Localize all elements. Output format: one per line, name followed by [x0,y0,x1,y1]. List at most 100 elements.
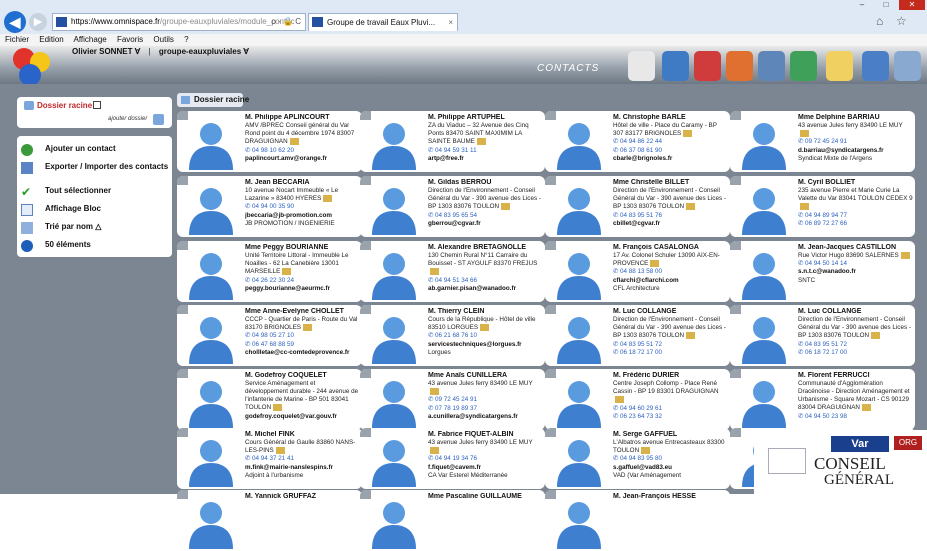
contact-phone[interactable]: ✆ 04 94 51 34 66 [428,277,543,285]
contact-email[interactable]: artp@free.fr [428,155,543,163]
contact-card[interactable]: M. Luc COLLANGE Direction de l'Environnem… [545,305,730,366]
folder-icon[interactable] [662,51,689,81]
contact-phone[interactable]: ✆ 04 83 95 51 72 [613,341,728,349]
contact-card[interactable]: M. Jean BECCARIA 10 avenue Nocart Immeubl… [177,176,362,237]
contact-card[interactable]: M. Gildas BERROU Direction de l'Environne… [360,176,545,237]
key-icon[interactable] [726,51,753,81]
agenda-icon[interactable] [694,51,721,81]
menu-affichage[interactable]: Affichage [74,35,107,44]
add-contact-action[interactable]: Ajouter un contact [17,141,172,159]
contact-phone[interactable]: ✆ 04 83 95 51 72 [798,341,913,349]
contact-phone[interactable]: ✆ 06 23 64 73 32 [613,413,728,421]
user-name[interactable]: Olivier SONNET [72,47,132,56]
contact-name[interactable]: M. Jean-Jacques CASTILLON [798,244,913,252]
contact-name[interactable]: Mme Delphine BARRIAU [798,114,913,122]
contact-card[interactable]: M. Godefroy COQUELET Service Aménagement … [177,369,362,430]
root-folder-tab[interactable]: Dossier racine [177,93,249,107]
user-caret-icon[interactable]: ∀ [135,47,140,56]
mail-icon[interactable] [894,51,921,81]
contact-phone[interactable]: ✆ 04 98 10 62 20 [245,147,360,155]
select-all-action[interactable]: ✔ Tout sélectionner [17,183,172,201]
contact-phone[interactable]: ✆ 04 94 19 34 76 [428,455,543,463]
contact-name[interactable]: M. Frédéric DURIER [613,372,728,380]
contact-phone[interactable]: ✆ 06 18 72 17 00 [798,349,913,357]
contact-phone[interactable]: ✆ 09 72 45 24 91 [428,396,543,404]
window-close-button[interactable]: ✕ [899,0,925,10]
contact-email[interactable]: m.fink@mairie-nanslespins.fr [245,464,360,472]
contact-email[interactable]: f.fiquet@cavem.fr [428,464,543,472]
contact-card[interactable]: M. Michel FINK Cours Général de Gaulle 83… [177,428,362,489]
contact-email[interactable]: cflarchi@cflarchi.com [613,277,728,285]
add-folder-icon[interactable] [153,114,164,125]
contact-card[interactable]: Mme Anaïs CUNILLERA 43 avenue Jules ferry… [360,369,545,430]
back-button[interactable]: ◀ [4,11,26,33]
root-folder-link[interactable]: Dossier racine [37,101,92,110]
contact-phone[interactable]: ✆ 06 37 08 61 90 [613,147,728,155]
menu-outils[interactable]: Outils [153,35,173,44]
export-import-action[interactable]: Exporter / Importer des contacts [17,159,172,177]
contact-card[interactable]: M. François CASALONGA 17 Av. Colonel Schu… [545,241,730,302]
maximize-button[interactable]: □ [876,0,896,10]
contact-card[interactable]: Mme Delphine BARRIAU 43 avenue Jules ferr… [730,111,915,172]
contact-name[interactable]: M. Godefroy COQUELET [245,372,360,380]
contact-phone[interactable]: ✆ 04 94 00 35 90 [245,203,360,211]
contact-email[interactable]: s.n.t.c@wanadoo.fr [798,268,913,276]
contact-name[interactable]: M. François CASALONGA [613,244,728,252]
contact-name[interactable]: Mme Anaïs CUNILLERA [428,372,543,380]
contact-name[interactable]: M. Yannick GRUFFAZ [245,493,360,501]
home-icon[interactable]: ⌂ [876,14,883,28]
contact-card[interactable]: M. Jean-François HESSE [545,490,730,551]
contact-card[interactable]: Mme Christelle BILLET Direction de l'Envi… [545,176,730,237]
contact-email[interactable]: d.barriau@syndicatargens.fr [798,147,913,155]
contact-phone[interactable]: ✆ 04 83 95 51 76 [613,212,728,220]
forward-button[interactable]: ▶ [29,13,47,31]
contact-card[interactable]: M. Serge GAFFUEL L'Albatros avenue Entrec… [545,428,730,489]
contact-card[interactable]: M. Jean-Jacques CASTILLON Rue Victor Hugo… [730,241,915,302]
menu-help[interactable]: ? [184,35,188,44]
contact-card[interactable]: M. Philippe ARTUPHEL ZA du Viaduc – 32 Av… [360,111,545,172]
contact-name[interactable]: Mme Anne-Evelyne CHOLLET [245,308,360,316]
contact-card[interactable]: M. Florent FERRUCCI Communauté d'Agglomér… [730,369,915,430]
address-controls[interactable]: ρ - 🔒 C [271,14,301,30]
contact-name[interactable]: Mme Peggy BOURIANNE [245,244,360,252]
contact-card[interactable]: M. Frédéric DURIER Centre Joseph Collomp … [545,369,730,430]
contact-name[interactable]: M. Philippe APLINCOURT [245,114,360,122]
contact-email[interactable]: cbarle@brignoles.fr [613,155,728,163]
menu-edition[interactable]: Edition [39,35,63,44]
contact-card[interactable]: Mme Peggy BOURIANNE Unité Territoire Litt… [177,241,362,302]
contact-name[interactable]: Mme Pascaline GUILLAUME [428,493,543,501]
documents-icon[interactable] [758,51,785,81]
contact-email[interactable]: s.gaffuel@vad83.eu [613,464,728,472]
menu-fichier[interactable]: Fichier [5,35,29,44]
contact-card[interactable]: M. Christophe BARLE Hôtel de ville - Plac… [545,111,730,172]
contact-email[interactable]: peggy.bourianne@aeurmc.fr [245,285,360,293]
contact-card[interactable]: M. Cyril BOLLIET 235 avenue Pierre et Mar… [730,176,915,237]
contact-phone[interactable]: ✆ 06 47 68 88 59 [245,341,360,349]
contact-phone[interactable]: ✆ 04 98 05 27 10 [245,332,360,340]
contact-name[interactable]: M. Alexandre BRETAGNOLLE [428,244,543,252]
contact-email[interactable]: jbeccaria@jb-promotion.com [245,212,360,220]
contact-phone[interactable]: ✆ 04 26 22 30 24 [245,277,360,285]
contact-name[interactable]: M. Serge GAFFUEL [613,431,728,439]
contact-phone[interactable]: ✆ 04 94 50 14 14 [798,260,913,268]
group-caret-icon[interactable]: ∀ [243,47,248,56]
contact-name[interactable]: M. Jean-François HESSE [613,493,728,501]
notes-icon[interactable] [628,51,655,81]
contact-name[interactable]: M. Thierry CLEIN [428,308,543,316]
contact-card[interactable]: Mme Anne-Evelyne CHOLLET CCCP - Quartier … [177,305,362,366]
contact-phone[interactable]: ✆ 04 94 86 22 44 [613,138,728,146]
contact-card[interactable]: M. Alexandre BRETAGNOLLE 130 Chemin Rural… [360,241,545,302]
contact-email[interactable]: a.cunillera@syndicatargens.fr [428,413,543,421]
minimize-button[interactable]: – [852,0,872,10]
contact-phone[interactable]: ✆ 06 18 72 17 00 [613,349,728,357]
contact-name[interactable]: M. Philippe ARTUPHEL [428,114,543,122]
contact-card[interactable]: M. Fabrice FIQUET-ALBIN 43 avenue Jules f… [360,428,545,489]
contact-phone[interactable]: ✆ 04 94 37 21 41 [245,455,360,463]
group-name[interactable]: groupe-eauxpluviales [159,47,241,56]
contact-phone[interactable]: ✆ 04 94 50 23 98 [798,413,913,421]
contact-phone[interactable]: ✆ 04 94 59 31 11 [428,147,543,155]
contact-phone[interactable]: ✆ 09 72 45 24 91 [798,138,913,146]
contact-card[interactable]: Mme Pascaline GUILLAUME [360,490,545,551]
contact-email[interactable]: chollletae@cc-comtedeprovence.fr [245,349,360,357]
contact-name[interactable]: M. Michel FINK [245,431,360,439]
